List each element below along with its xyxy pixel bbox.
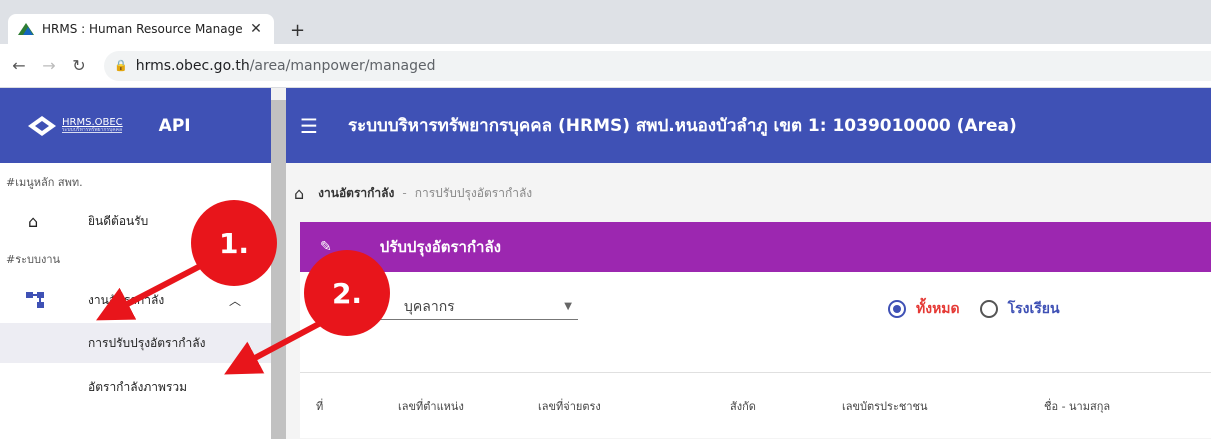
radio-all-label[interactable]: ทั้งหมด [916, 298, 960, 320]
breadcrumb-current: การปรับปรุงอัตรากำลัง [414, 185, 533, 200]
api-label[interactable]: API [159, 116, 191, 136]
table-header: ที่ เลขที่ตำแหน่ง เลขที่จ่ายตรง สังกัด เ… [300, 372, 1211, 438]
sidebar-item-overview[interactable]: อัตรากำลังภาพรวม [0, 363, 285, 411]
manpower-card: ✎ ปรับปรุงอัตรากำลัง บุคลากร ▼ ทั้งหมด โ… [300, 222, 1211, 438]
card-title: ปรับปรุงอัตรากำลัง [379, 238, 501, 256]
breadcrumb-parent[interactable]: งานอัตรากำลัง [318, 184, 394, 203]
column-header[interactable]: เลขที่จ่ายตรง [538, 397, 601, 415]
tab-close-icon[interactable]: ✕ [248, 21, 264, 37]
sidebar-scrollbar[interactable] [271, 88, 286, 439]
top-app-bar: ☰ ระบบบริหารทรัพยากรบุคคล (HRMS) สพป.หนอ… [286, 88, 1211, 163]
site-favicon-icon [18, 23, 34, 35]
annotation-marker-1: 1. [191, 200, 277, 286]
radio-all[interactable] [888, 300, 906, 318]
sidebar-item-label: ยินดีต้อนรับ [88, 213, 149, 228]
radio-school-label[interactable]: โรงเรียน [1008, 298, 1060, 320]
reload-icon[interactable]: ↻ [68, 56, 90, 75]
filter-bar: บุคลากร ▼ ทั้งหมด โรงเรียน [300, 272, 1211, 336]
url-input[interactable]: 🔒 hrms.obec.go.th/area/manpower/managed [104, 50, 1211, 81]
url-host: hrms.obec.go.th [135, 57, 250, 74]
page-title: ระบบบริหารทรัพยากรบุคคล (HRMS) สพป.หนองบ… [348, 116, 1017, 136]
annotation-marker-2: 2. [304, 250, 390, 336]
column-header[interactable]: ที่ [316, 397, 323, 415]
select-value: บุคลากร [404, 298, 455, 315]
section-main-label: #เมนูหลัก สพท. [6, 176, 83, 189]
scope-radio-group: ทั้งหมด โรงเรียน [888, 298, 1060, 320]
scrollbar-up-arrow[interactable] [271, 88, 286, 100]
logo-text[interactable]: HRMS.OBEC ระบบบริหารทรัพยากรบุคคล [62, 118, 123, 133]
hamburger-menu-icon[interactable]: ☰ [300, 114, 330, 138]
logo-subtitle: ระบบบริหารทรัพยากรบุคคล [62, 127, 123, 133]
lock-icon: 🔒 [114, 59, 128, 72]
browser-tab-bar: HRMS : Human Resource Manage ✕ + [0, 0, 1211, 44]
card-header: ✎ ปรับปรุงอัตรากำลัง [300, 222, 1211, 272]
hierarchy-icon [26, 292, 44, 308]
new-tab-icon[interactable]: + [290, 20, 305, 41]
home-icon[interactable]: ⌂ [294, 184, 304, 203]
column-header[interactable]: เลขที่ตำแหน่ง [398, 397, 464, 415]
tab-title: HRMS : Human Resource Manage [42, 22, 243, 36]
column-header[interactable]: ชื่อ - นามสกุล [1044, 397, 1110, 415]
column-header[interactable]: เลขบัตรประชาชน [842, 397, 927, 415]
browser-tab[interactable]: HRMS : Human Resource Manage ✕ [8, 14, 274, 44]
url-path: /area/manpower/managed [249, 57, 436, 74]
home-icon: ⌂ [28, 211, 39, 231]
chevron-up-icon[interactable]: ︿ [229, 292, 241, 309]
radio-school[interactable] [979, 300, 998, 318]
forward-icon[interactable]: → [38, 56, 60, 75]
breadcrumb-separator: - [402, 186, 407, 200]
column-header[interactable]: สังกัด [730, 397, 756, 415]
hrms-logo-icon[interactable] [28, 115, 56, 136]
sidebar-item-label: งานอัตรากำลัง [88, 292, 165, 307]
address-bar: ← → ↻ 🔒 hrms.obec.go.th/area/manpower/ma… [0, 44, 1211, 88]
sidebar-header: HRMS.OBEC ระบบบริหารทรัพยากรบุคคล API [0, 88, 285, 163]
dropdown-arrow-icon: ▼ [564, 301, 572, 312]
breadcrumb: ⌂ งานอัตรากำลัง - การปรับปรุงอัตรากำลัง [286, 163, 1211, 223]
back-icon[interactable]: ← [8, 56, 30, 75]
sidebar-item-adjust[interactable]: การปรับปรุงอัตรากำลัง [0, 323, 285, 363]
